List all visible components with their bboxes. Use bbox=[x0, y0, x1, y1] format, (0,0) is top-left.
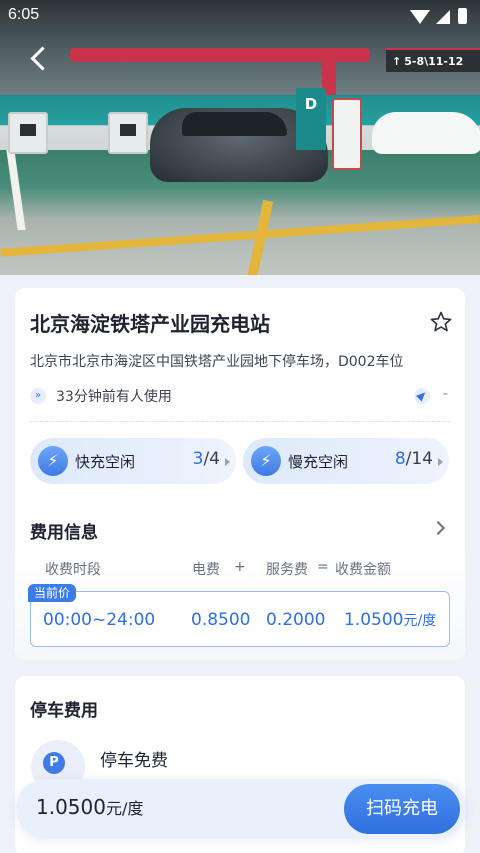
car-white bbox=[372, 112, 480, 154]
fee-row-period: 00:00~24:00 bbox=[43, 610, 156, 630]
status-time: 6:05 bbox=[8, 6, 40, 23]
station-photo: D ↑ 5-8\11-12 bbox=[0, 0, 480, 275]
parking-label: 停车免费 bbox=[100, 751, 168, 771]
fee-header-equals: = bbox=[317, 559, 329, 575]
station-card: 北京海淀铁塔产业园充电站 北京市北京市海淀区中国铁塔产业园地下停车场，D002车… bbox=[15, 288, 465, 660]
parking-title: 停车费用 bbox=[30, 701, 98, 721]
chevron-right-icon bbox=[438, 458, 443, 466]
back-button[interactable] bbox=[26, 44, 52, 74]
battery-icon bbox=[458, 8, 467, 24]
pillar-letter: D bbox=[304, 95, 318, 113]
chevron-right-icon bbox=[225, 458, 230, 466]
signal-waves-icon: » bbox=[30, 388, 46, 404]
charging-kiosk bbox=[332, 98, 362, 170]
up-arrow-icon: ↑ bbox=[392, 55, 402, 68]
slow-available: 8 bbox=[394, 449, 406, 469]
slow-charge-pill[interactable]: ⚡ 慢充空闲 8/14 bbox=[243, 438, 449, 484]
fee-header-service: 服务费 bbox=[266, 562, 308, 578]
fee-row-amount: 1.0500元/度 bbox=[344, 610, 436, 630]
divider bbox=[30, 421, 450, 422]
fee-header-amount: 收费金额 bbox=[335, 562, 391, 578]
bottom-price-value: 1.0500 bbox=[36, 795, 106, 819]
fast-charge-pill[interactable]: ⚡ 快充空闲 3/4 bbox=[30, 438, 236, 484]
status-icons bbox=[410, 6, 472, 26]
zone-sign: ↑ 5-8\11-12 bbox=[386, 48, 480, 72]
bottom-action-bar: 1.0500元/度 扫码充电 bbox=[16, 779, 466, 839]
lightning-icon: ⚡ bbox=[38, 446, 68, 476]
fast-charge-count: 3/4 bbox=[193, 449, 220, 469]
fee-row-electric: 0.8500 bbox=[191, 610, 251, 630]
fee-header-period: 收费时段 bbox=[45, 562, 101, 578]
fee-header-electric: 电费 bbox=[192, 562, 220, 578]
navigation-icon[interactable] bbox=[414, 388, 430, 404]
slow-charge-count: 8/14 bbox=[395, 449, 433, 469]
scan-charge-button[interactable]: 扫码充电 bbox=[344, 784, 460, 834]
charger-unit bbox=[108, 112, 148, 154]
charger-unit bbox=[8, 112, 48, 154]
zone-sign-text: 5-8\11-12 bbox=[404, 55, 464, 68]
slow-total: /14 bbox=[405, 449, 433, 469]
fee-title: 费用信息 bbox=[30, 523, 98, 543]
wifi-icon bbox=[410, 10, 430, 24]
car-window bbox=[182, 112, 287, 136]
parking-p-icon: P bbox=[43, 752, 65, 774]
fee-header-plus: + bbox=[234, 559, 246, 575]
station-address: 北京市北京市海淀区中国铁塔产业园地下停车场，D002车位 bbox=[30, 354, 404, 370]
usage-row: » 33分钟前有人使用 - bbox=[30, 386, 450, 406]
fast-available: 3 bbox=[192, 449, 204, 469]
bottom-price: 1.0500元/度 bbox=[36, 795, 143, 819]
signal-icon bbox=[436, 10, 450, 24]
fast-total: /4 bbox=[203, 449, 220, 469]
lightning-icon: ⚡ bbox=[251, 446, 281, 476]
fast-charge-label: 快充空闲 bbox=[75, 453, 136, 471]
distance: - bbox=[442, 386, 448, 402]
bottom-price-unit: 元/度 bbox=[105, 799, 144, 818]
fee-row-unit: 元/度 bbox=[403, 613, 437, 629]
fee-chevron-right-icon[interactable] bbox=[430, 520, 446, 536]
fee-row-service: 0.2000 bbox=[266, 610, 326, 630]
slow-charge-label: 慢充空闲 bbox=[288, 453, 349, 471]
station-name: 北京海淀铁塔产业园充电站 bbox=[30, 312, 270, 336]
usage-text: 33分钟前有人使用 bbox=[56, 389, 172, 405]
fee-row-amount-value: 1.0500 bbox=[344, 610, 404, 630]
favorite-star-icon[interactable] bbox=[429, 310, 453, 334]
current-price-tag: 当前价 bbox=[28, 584, 77, 602]
